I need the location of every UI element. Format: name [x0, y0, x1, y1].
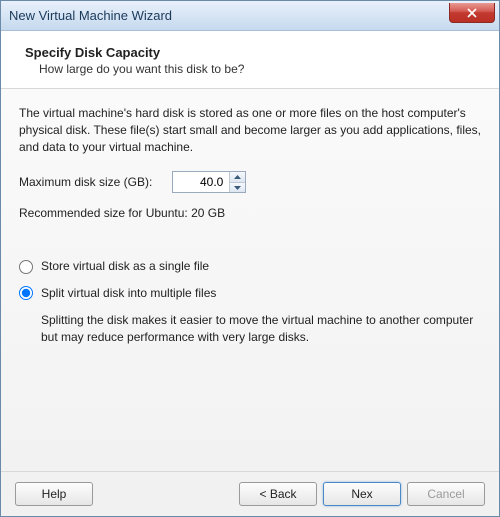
radio-split-files[interactable]: Split virtual disk into multiple files — [19, 285, 481, 302]
radio-split-files-input[interactable] — [19, 286, 33, 300]
chevron-down-icon — [234, 186, 241, 190]
chevron-up-icon — [234, 175, 241, 179]
titlebar: New Virtual Machine Wizard — [1, 1, 499, 31]
description-text: The virtual machine's hard disk is store… — [19, 105, 481, 155]
disk-size-input[interactable] — [173, 172, 229, 192]
close-button[interactable] — [449, 3, 495, 23]
help-button[interactable]: Help — [15, 482, 93, 506]
window-title: New Virtual Machine Wizard — [7, 8, 172, 23]
close-icon — [467, 8, 477, 18]
wizard-window: New Virtual Machine Wizard Specify Disk … — [0, 0, 500, 517]
spinner-buttons — [229, 172, 245, 192]
spinner-up-button[interactable] — [230, 172, 245, 183]
recommended-size-text: Recommended size for Ubuntu: 20 GB — [19, 205, 481, 222]
wizard-header: Specify Disk Capacity How large do you w… — [1, 31, 499, 89]
disk-storage-radio-group: Store virtual disk as a single file Spli… — [19, 258, 481, 345]
disk-size-spinner[interactable] — [172, 171, 246, 193]
cancel-button[interactable]: Cancel — [407, 482, 485, 506]
radio-single-file-label: Store virtual disk as a single file — [41, 258, 209, 275]
radio-single-file-input[interactable] — [19, 260, 33, 274]
next-button[interactable]: Nex — [323, 482, 401, 506]
split-description: Splitting the disk makes it easier to mo… — [19, 312, 481, 346]
disk-size-label: Maximum disk size (GB): — [19, 174, 152, 191]
radio-single-file[interactable]: Store virtual disk as a single file — [19, 258, 481, 275]
back-button[interactable]: < Back — [239, 482, 317, 506]
button-bar: Help < Back Nex Cancel — [1, 471, 499, 516]
radio-split-files-label: Split virtual disk into multiple files — [41, 285, 216, 302]
page-subtitle: How large do you want this disk to be? — [25, 62, 475, 76]
disk-size-row: Maximum disk size (GB): — [19, 171, 481, 193]
page-title: Specify Disk Capacity — [25, 45, 475, 60]
spinner-down-button[interactable] — [230, 183, 245, 193]
wizard-content: The virtual machine's hard disk is store… — [1, 89, 499, 471]
